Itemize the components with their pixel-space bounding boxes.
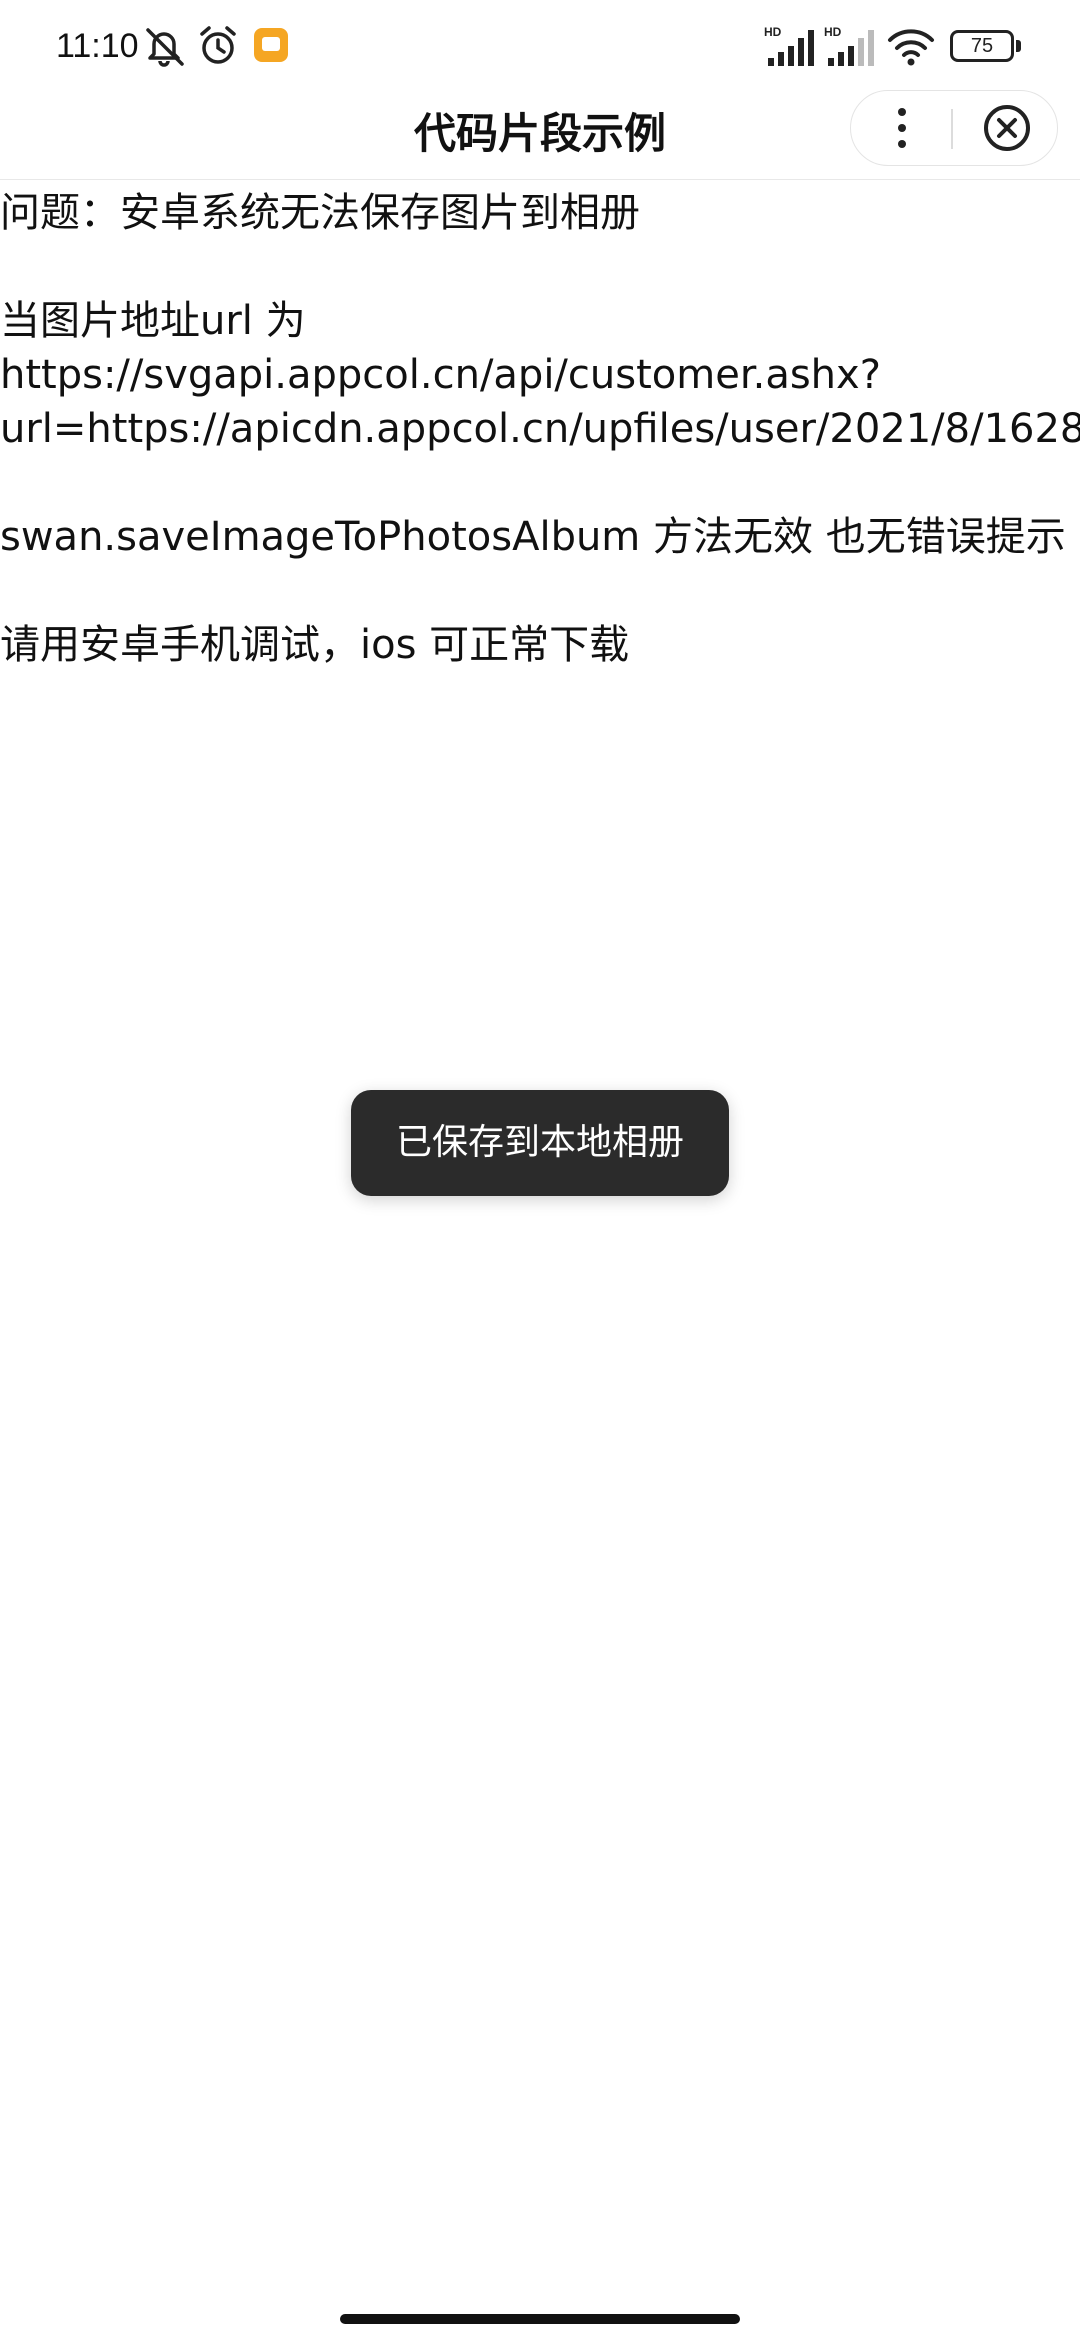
url-label: 当图片地址url 为 xyxy=(0,298,306,344)
url-text-1: https://svgapi.appcol.cn/api/customer.as… xyxy=(0,352,881,398)
battery-icon: 75 xyxy=(950,30,1014,62)
close-button[interactable] xyxy=(969,91,1045,165)
debug-hint-text: 请用安卓手机调试，ios 可正常下载 xyxy=(0,622,630,668)
method-text: swan.saveImageToPhotosAlbum 方法无效 也无错误提示 xyxy=(0,514,1066,560)
battery-cap xyxy=(1016,40,1021,52)
close-circle-icon xyxy=(984,105,1030,151)
notification-app-icon xyxy=(254,28,288,62)
hd-signal-icon: HD xyxy=(824,25,874,66)
alarm-icon xyxy=(200,26,236,64)
content-area: 问题：安卓系统无法保存图片到相册 当图片地址url 为 https://svga… xyxy=(0,186,1080,726)
mute-icon xyxy=(146,28,184,67)
hd-signal-icon: HD xyxy=(764,25,814,66)
nav-bar: 代码片段示例 xyxy=(0,90,1080,180)
battery-level: 75 xyxy=(970,35,994,57)
home-indicator[interactable] xyxy=(340,2314,740,2324)
url-text-2: url=https://apicdn.appcol.cn/upfiles/use… xyxy=(0,406,1080,452)
more-vertical-icon xyxy=(898,108,906,148)
more-button[interactable] xyxy=(867,91,937,165)
status-time: 11:10 xyxy=(56,27,139,65)
svg-text:HD: HD xyxy=(824,25,842,39)
toast-message: 已保存到本地相册 xyxy=(351,1090,729,1196)
wifi-icon xyxy=(888,29,934,66)
capsule-divider xyxy=(951,109,953,149)
url-paragraph: 当图片地址url 为 https://svgapi.appcol.cn/api/… xyxy=(0,294,1080,456)
menu-capsule xyxy=(850,90,1058,166)
status-bar: 11:10 HD HD 75 xyxy=(0,0,1080,90)
problem-text: 问题：安卓系统无法保存图片到相册 xyxy=(0,190,640,236)
svg-text:HD: HD xyxy=(764,25,782,39)
